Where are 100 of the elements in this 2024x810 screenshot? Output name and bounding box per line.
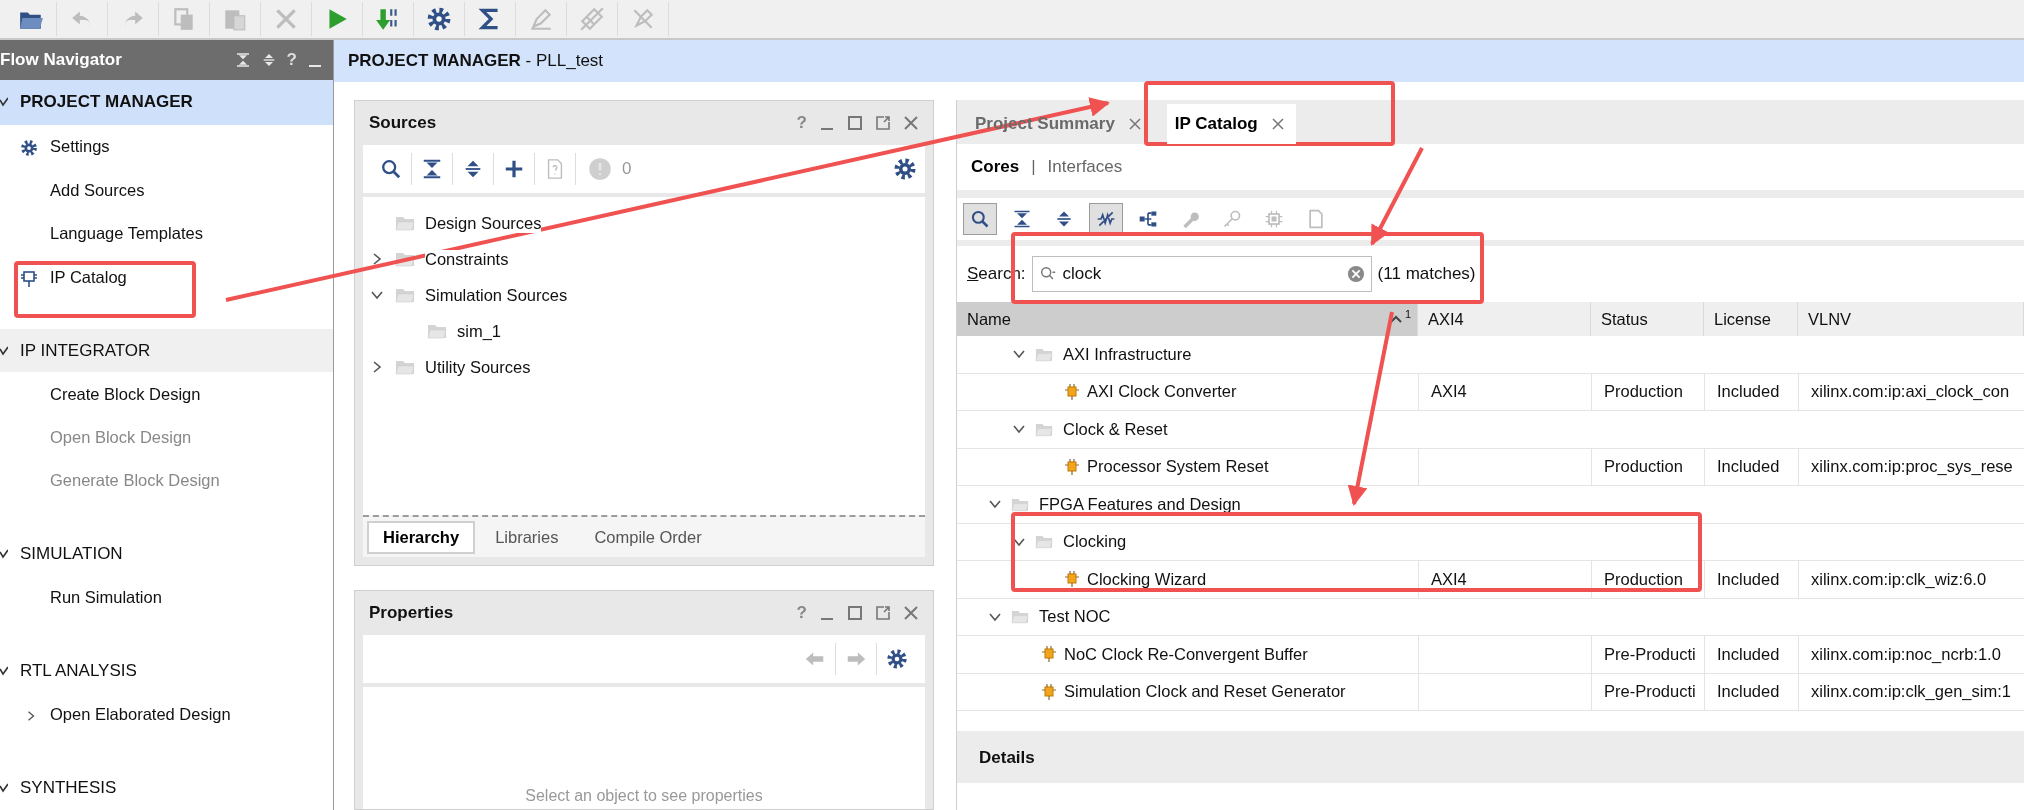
page-title: PROJECT MANAGER - PLL_test bbox=[348, 51, 604, 71]
settings-icon[interactable] bbox=[426, 6, 452, 32]
collapsed-chevron-icon[interactable] bbox=[371, 252, 383, 266]
settings-icon[interactable] bbox=[893, 157, 917, 181]
table-cell: xilinx.com:ip:proc_sys_rese bbox=[1798, 448, 2024, 485]
table-cell: Pre-Producti bbox=[1591, 636, 1704, 673]
search-icon[interactable] bbox=[380, 158, 402, 180]
filter-button[interactable] bbox=[1089, 203, 1123, 235]
column-header[interactable]: License bbox=[1704, 302, 1798, 336]
category-label[interactable]: Test NOC bbox=[1039, 607, 1111, 627]
warning-dot-icon bbox=[588, 157, 612, 181]
folder-icon bbox=[1035, 534, 1053, 550]
nav-item[interactable]: Settings bbox=[0, 125, 333, 169]
panel-title: Flow Navigator bbox=[0, 49, 123, 70]
nav-item[interactable]: IP Catalog bbox=[0, 255, 333, 299]
view-tab[interactable]: Cores bbox=[971, 157, 1020, 177]
maximize-icon[interactable] bbox=[847, 605, 863, 621]
table-cell: Production bbox=[1591, 448, 1704, 485]
collapse-all-icon bbox=[1012, 209, 1032, 229]
nav-section-header[interactable]: IP INTEGRATOR bbox=[0, 328, 333, 373]
table-cell: xilinx.com:ip:noc_ncrb:1.0 bbox=[1798, 636, 2024, 673]
filter-icon bbox=[1096, 209, 1116, 229]
message-count: 0 bbox=[622, 159, 632, 179]
hierarchy-icon bbox=[1138, 209, 1158, 229]
close-icon[interactable] bbox=[1128, 118, 1141, 130]
sort-index: 1 bbox=[1404, 308, 1411, 320]
table-cell: Production bbox=[1591, 373, 1704, 410]
float-window-icon[interactable] bbox=[875, 605, 891, 621]
expand-all-icon bbox=[1054, 209, 1074, 229]
column-header[interactable]: Name 1 bbox=[957, 302, 1418, 336]
key-icon bbox=[1222, 209, 1242, 229]
document-icon bbox=[1306, 209, 1326, 229]
table-cell: Included bbox=[1704, 448, 1798, 485]
search-button[interactable] bbox=[963, 203, 997, 235]
table-cell: xilinx.com:ip:clk_gen_sim:1 bbox=[1798, 673, 2024, 710]
table-cell: Production bbox=[1591, 561, 1704, 598]
table-cell: Included bbox=[1704, 373, 1798, 410]
panel-title: Properties bbox=[368, 603, 455, 623]
nav-item[interactable]: Language Templates bbox=[0, 211, 333, 256]
tab[interactable]: Hierarchy bbox=[367, 520, 476, 554]
table-cell: AXI4 bbox=[1418, 561, 1591, 598]
folder-icon bbox=[1011, 609, 1029, 625]
ip-name[interactable]: Processor System Reset bbox=[1087, 457, 1269, 477]
category-label[interactable]: AXI Infrastructure bbox=[1063, 344, 1192, 364]
folder-icon bbox=[1035, 346, 1053, 362]
search-icon bbox=[970, 209, 990, 229]
nav-section-header[interactable]: SIMULATION bbox=[0, 532, 333, 577]
table-cell: Pre-Producti bbox=[1591, 673, 1704, 710]
column-header[interactable]: VLNV bbox=[1798, 302, 2024, 336]
close-icon[interactable] bbox=[1271, 118, 1284, 130]
view-tab[interactable]: Interfaces bbox=[1047, 157, 1123, 177]
category-label[interactable]: Clock & Reset bbox=[1063, 419, 1168, 439]
folder-icon bbox=[395, 215, 415, 231]
column-header[interactable]: AXI4 bbox=[1418, 302, 1591, 336]
close-icon[interactable] bbox=[903, 605, 919, 621]
collapsed-chevron-icon[interactable] bbox=[371, 360, 383, 374]
nav-section-header[interactable]: PROJECT MANAGER bbox=[0, 79, 333, 126]
table-cell: Included bbox=[1704, 636, 1798, 673]
ip-name[interactable]: Simulation Clock and Reset Generator bbox=[1064, 682, 1346, 702]
help-button[interactable]: ? bbox=[286, 49, 297, 70]
tab[interactable]: IP Catalog bbox=[1166, 104, 1296, 144]
ip-name[interactable]: NoC Clock Re-Convergent Buffer bbox=[1064, 644, 1308, 664]
ip-name[interactable]: Clocking Wizard bbox=[1087, 569, 1207, 589]
ip-name[interactable]: AXI Clock Converter bbox=[1087, 382, 1237, 402]
category-label[interactable]: FPGA Features and Design bbox=[1039, 494, 1241, 514]
nav-section-header[interactable]: SYNTHESIS bbox=[0, 766, 333, 810]
match-count: (11 matches) bbox=[1377, 264, 1476, 284]
plus-icon[interactable] bbox=[503, 158, 525, 180]
nav-item[interactable]: Create Block Design bbox=[0, 372, 333, 416]
collapse-all-icon[interactable] bbox=[421, 158, 443, 180]
empty-message: Select an object to see properties bbox=[525, 787, 763, 805]
clear-icon[interactable] bbox=[1346, 265, 1365, 283]
nav-item[interactable]: Add Sources bbox=[0, 168, 333, 212]
ip-core-icon bbox=[1042, 646, 1056, 663]
folder-icon bbox=[1035, 421, 1053, 437]
field-value[interactable]: clock bbox=[1062, 264, 1341, 284]
category-label[interactable]: Clocking bbox=[1063, 532, 1127, 552]
ip-core-icon bbox=[1042, 683, 1056, 700]
collapsed-chevron-icon[interactable] bbox=[26, 709, 36, 723]
column-header[interactable]: Status bbox=[1591, 302, 1704, 336]
chip-icon bbox=[20, 269, 38, 288]
ip-core-icon bbox=[1065, 571, 1079, 588]
table-cell: xilinx.com:ip:axi_clock_con bbox=[1798, 373, 2024, 410]
nav-item[interactable]: Open Elaborated Design bbox=[0, 693, 333, 737]
table-cell: Included bbox=[1704, 561, 1798, 598]
collapse-all-icon[interactable] bbox=[234, 51, 251, 68]
tab[interactable]: Libraries bbox=[479, 520, 575, 554]
close-icon[interactable] bbox=[903, 115, 919, 131]
separator: | bbox=[1031, 157, 1036, 177]
float-window-icon[interactable] bbox=[875, 115, 891, 131]
folder-icon bbox=[427, 323, 447, 339]
chip-icon bbox=[1264, 209, 1284, 229]
nav-item[interactable]: Run Simulation bbox=[0, 576, 333, 620]
ip-core-icon bbox=[1065, 383, 1079, 400]
maximize-icon[interactable] bbox=[847, 115, 863, 131]
tab[interactable]: Compile Order bbox=[578, 520, 718, 554]
nav-section-header[interactable]: RTL ANALYSIS bbox=[0, 649, 333, 693]
settings-icon[interactable] bbox=[886, 648, 908, 670]
search-field[interactable]: clock bbox=[1031, 256, 1372, 292]
folder-icon bbox=[395, 287, 415, 303]
